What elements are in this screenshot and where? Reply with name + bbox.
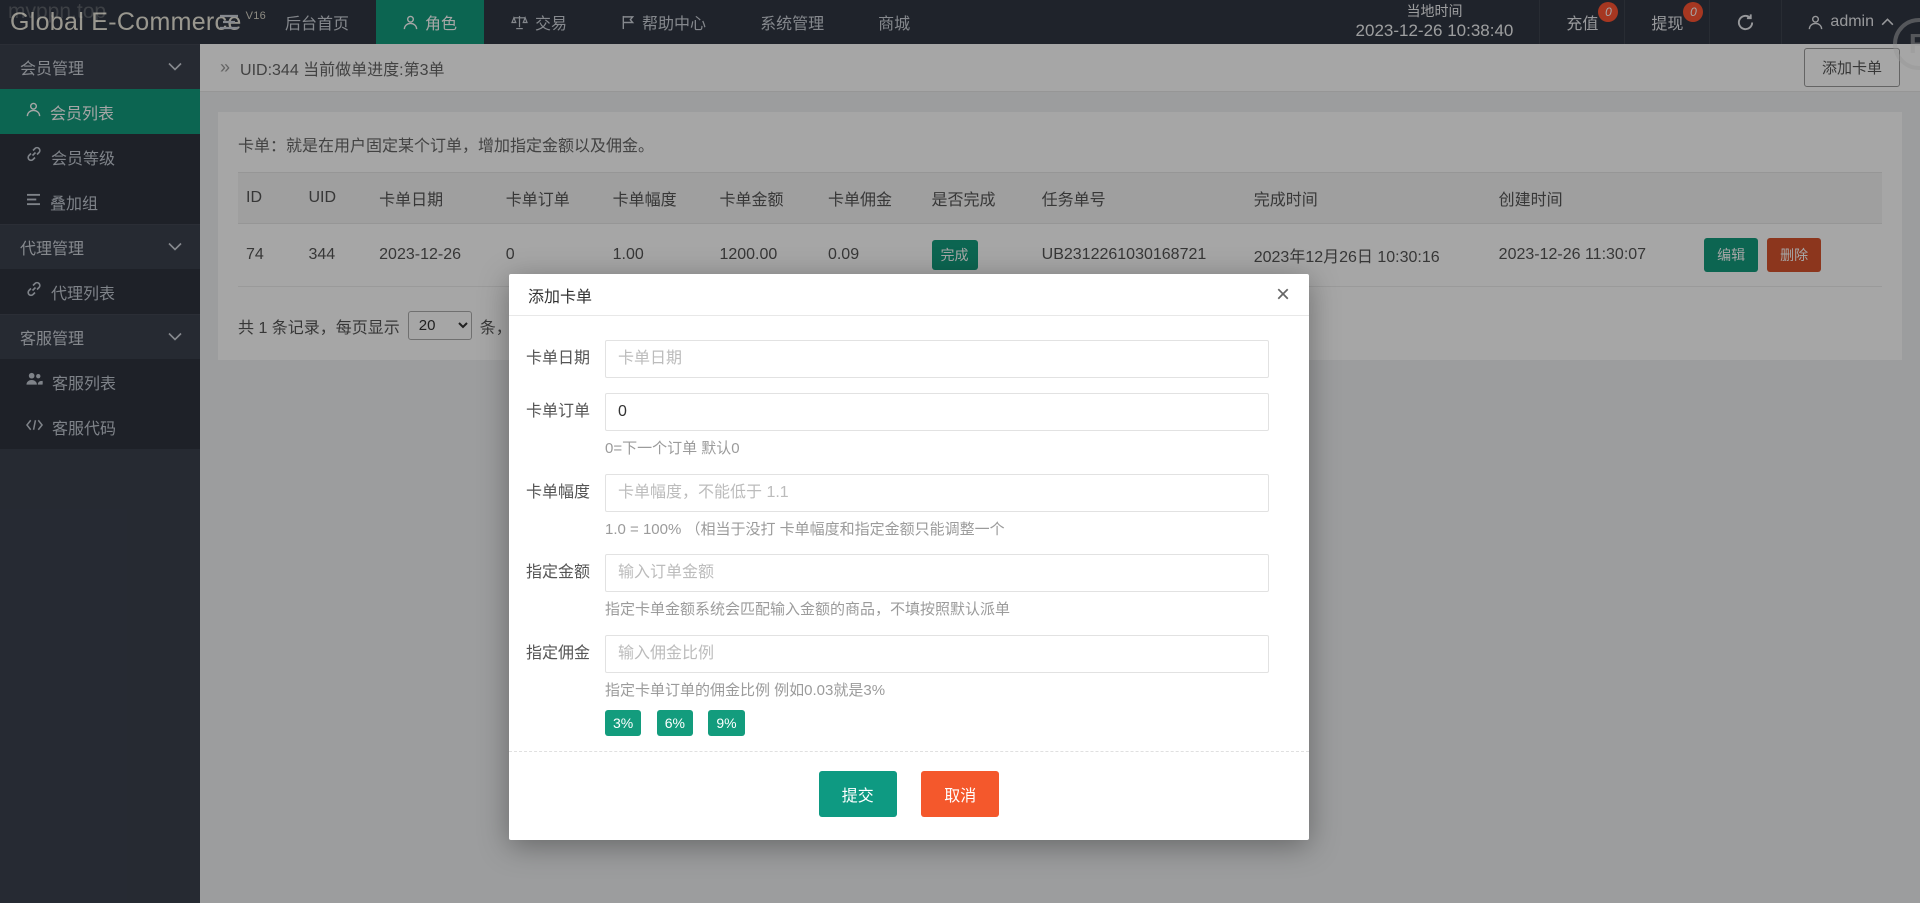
rate-9-badge[interactable]: 9% bbox=[708, 710, 744, 736]
modal-header: 添加卡单 × bbox=[509, 274, 1309, 316]
cancel-button[interactable]: 取消 bbox=[921, 771, 999, 817]
card-date-label: 卡单日期 bbox=[509, 340, 605, 378]
card-range-label: 卡单幅度 bbox=[509, 474, 605, 540]
close-icon[interactable]: × bbox=[1276, 283, 1290, 307]
modal-title: 添加卡单 bbox=[528, 283, 592, 307]
modal-body: 卡单日期 卡单订单 0=下一个订单 默认0 卡单幅度 1.0 = 100% （相… bbox=[509, 316, 1309, 840]
card-order-label: 卡单订单 bbox=[509, 393, 605, 459]
card-order-input[interactable] bbox=[605, 393, 1269, 431]
form-row-commission: 指定佣金 指定卡单订单的佣金比例 例如0.03就是3% 3% 6% 9% bbox=[509, 635, 1309, 737]
add-card-order-modal: 添加卡单 × 卡单日期 卡单订单 0=下一个订单 默认0 卡单幅度 bbox=[509, 274, 1309, 840]
amount-label: 指定金额 bbox=[509, 554, 605, 620]
app-root: Global E-CommerceV16 后台首页 角色 交易 帮助中心 系统管… bbox=[0, 0, 1920, 903]
card-date-input[interactable] bbox=[605, 340, 1269, 378]
card-range-hint: 1.0 = 100% （相当于没打 卡单幅度和指定金额只能调整一个 bbox=[605, 520, 1269, 540]
commission-hint: 指定卡单订单的佣金比例 例如0.03就是3% bbox=[605, 681, 1269, 701]
commission-label: 指定佣金 bbox=[509, 635, 605, 737]
quick-rate-badges: 3% 6% 9% bbox=[605, 710, 1269, 736]
commission-input[interactable] bbox=[605, 635, 1269, 673]
amount-input[interactable] bbox=[605, 554, 1269, 592]
form-row-amount: 指定金额 指定卡单金额系统会匹配输入金额的商品，不填按照默认派单 bbox=[509, 554, 1309, 620]
card-range-input[interactable] bbox=[605, 474, 1269, 512]
card-order-hint: 0=下一个订单 默认0 bbox=[605, 439, 1269, 459]
form-row-card-range: 卡单幅度 1.0 = 100% （相当于没打 卡单幅度和指定金额只能调整一个 bbox=[509, 474, 1309, 540]
form-row-card-order: 卡单订单 0=下一个订单 默认0 bbox=[509, 393, 1309, 459]
submit-button[interactable]: 提交 bbox=[819, 771, 897, 817]
form-row-card-date: 卡单日期 bbox=[509, 340, 1309, 378]
modal-footer: 提交 取消 bbox=[509, 751, 1309, 840]
rate-6-badge[interactable]: 6% bbox=[657, 710, 693, 736]
amount-hint: 指定卡单金额系统会匹配输入金额的商品，不填按照默认派单 bbox=[605, 600, 1269, 620]
rate-3-badge[interactable]: 3% bbox=[605, 710, 641, 736]
